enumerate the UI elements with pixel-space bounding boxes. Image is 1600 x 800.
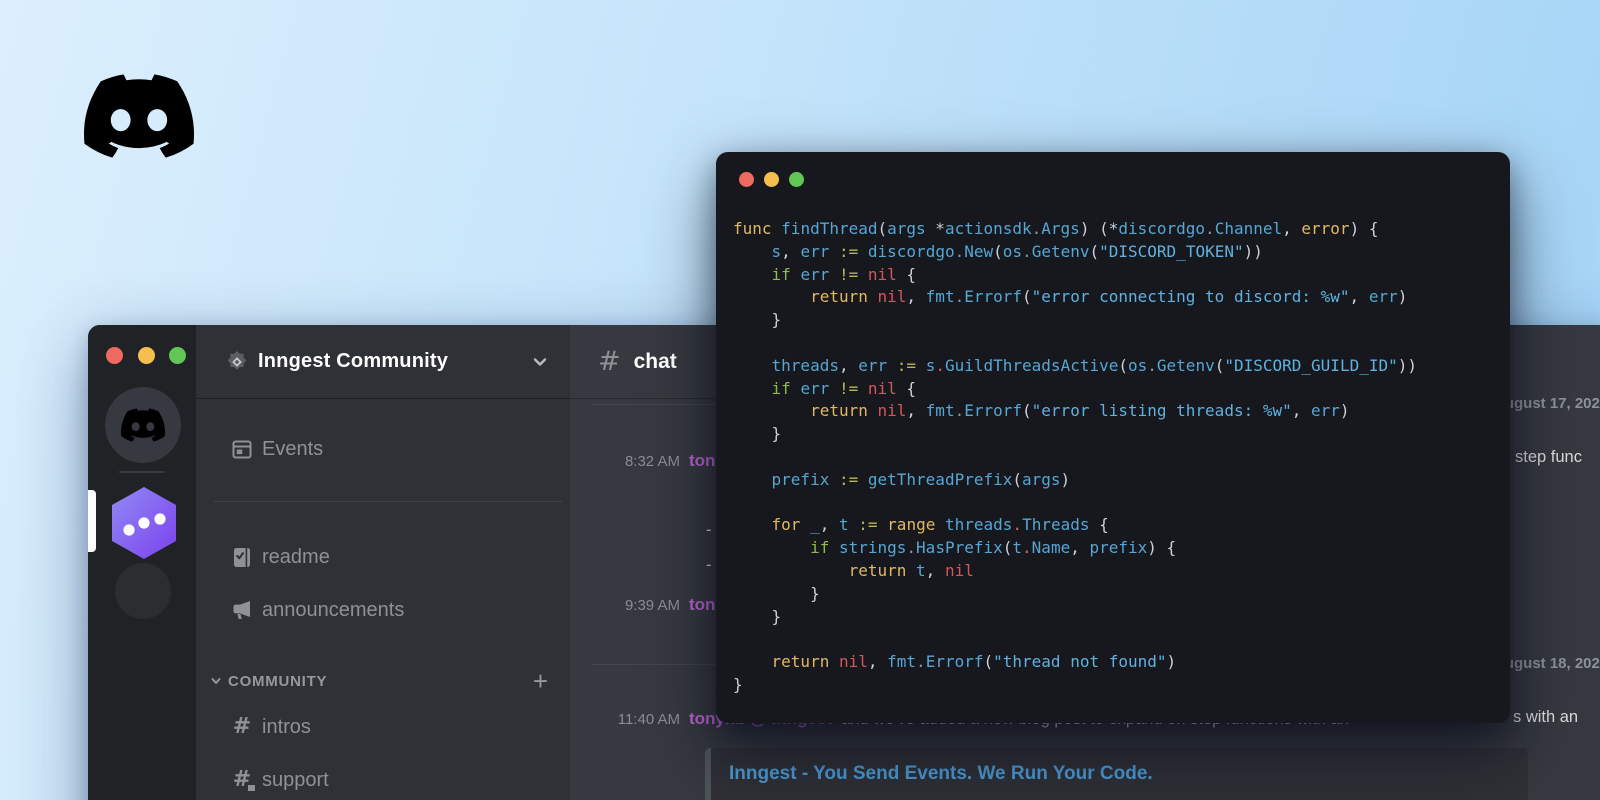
channel-sidebar: Inngest Community Events readme announce… [196,325,570,800]
channel-intros[interactable]: # intros [196,713,570,741]
next-server-icon[interactable] [115,563,171,619]
category-community[interactable]: COMMUNITY + [196,668,570,694]
server-header[interactable]: Inngest Community [196,325,570,399]
message-fragment: step func [1515,448,1582,466]
link-embed: Inngest - You Send Events. We Run Your C… [705,748,1528,800]
server-rail [88,325,196,800]
calendar-icon [230,437,254,461]
create-channel-button[interactable]: + [533,668,548,694]
community-badge-icon [227,350,247,370]
channel-label: support [262,768,329,791]
sidebar-item-label: Events [262,437,324,460]
channel-label: readme [262,545,330,568]
list-bullet: - [706,521,712,539]
hash-icon: # [232,714,252,739]
close-window-button[interactable] [106,347,123,364]
code-block: func findThread(args *actionsdk.Args) (*… [733,219,1417,694]
megaphone-icon [230,598,254,622]
zoom-window-button[interactable] [789,172,804,187]
discord-home-icon [121,408,165,442]
close-window-button[interactable] [739,172,754,187]
server-name: Inngest Community [258,350,449,372]
message-fragment: s with an [1513,708,1579,726]
category-chevron-icon [211,678,221,684]
channel-label: intros [262,715,311,738]
channel-hash-icon: # [598,346,621,377]
channel-readme[interactable]: readme [196,543,570,571]
category-label: COMMUNITY [228,672,328,690]
minimize-window-button[interactable] [137,347,155,364]
rail-divider [119,471,165,473]
embed-title-link[interactable]: Inngest - You Send Events. We Run Your C… [729,763,1510,785]
minimize-window-button[interactable] [764,172,779,187]
channel-title: chat [633,349,677,373]
inngest-server-icon[interactable] [110,486,178,560]
discord-home-button[interactable] [105,387,181,463]
discord-logo-icon [84,74,194,158]
message-timestamp: 9:39 AM [624,596,680,614]
channel-label: announcements [262,598,405,621]
chevron-down-icon[interactable] [532,354,548,370]
list-bullet: - [706,556,712,574]
zoom-window-button[interactable] [168,347,186,364]
code-editor-window: func findThread(args *actionsdk.Args) (*… [716,152,1510,723]
message-timestamp: 11:40 AM [617,710,680,728]
sidebar-item-events[interactable]: Events [196,435,570,463]
hash-chat-icon: # [230,768,257,793]
channel-announcements[interactable]: announcements [196,596,570,624]
sidebar-divider [214,501,562,502]
message-timestamp: 8:32 AM [624,452,680,470]
channel-support[interactable]: # support [196,766,570,794]
readme-book-icon [230,545,254,569]
active-server-indicator [88,490,96,552]
